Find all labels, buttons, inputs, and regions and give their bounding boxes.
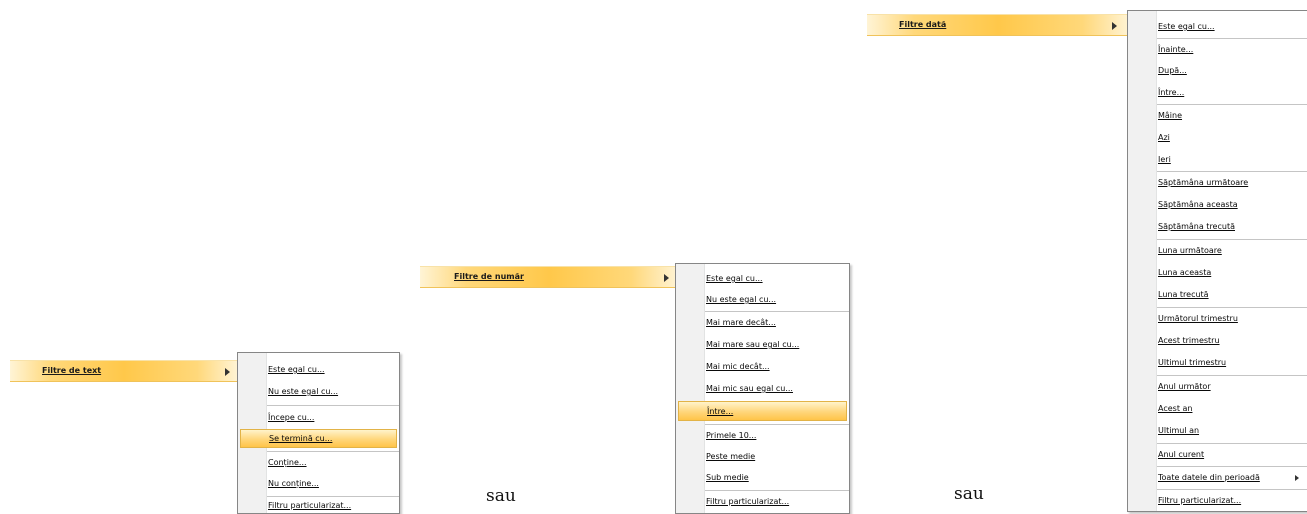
menu-item-after[interactable]: După... <box>1130 61 1307 80</box>
menu-item-between[interactable]: Între... <box>1130 83 1307 102</box>
menu-item-less-than[interactable]: Mai mic decât... <box>678 357 847 376</box>
text-filters-parent-item[interactable]: Filtre de text <box>10 360 238 382</box>
menu-separator <box>1157 466 1307 467</box>
date-filters-submenu: Este egal cu... Înainte... După... Între… <box>1127 10 1307 512</box>
menu-item-year-to-date[interactable]: Anul curent <box>1130 445 1307 464</box>
submenu-arrow-icon <box>1295 475 1299 481</box>
menu-item-less-or-equal[interactable]: Mai mic sau egal cu... <box>678 379 847 398</box>
menu-item-last-year[interactable]: Ultimul an <box>1130 421 1307 440</box>
submenu-arrow-icon <box>664 274 669 282</box>
menu-item-next-quarter[interactable]: Următorul trimestru <box>1130 309 1307 328</box>
separator-word: sau <box>954 484 984 504</box>
menu-separator <box>705 490 849 491</box>
menu-item-next-year[interactable]: Anul următor <box>1130 377 1307 396</box>
menu-item-before[interactable]: Înainte... <box>1130 40 1307 59</box>
menu-item-contains[interactable]: Conține... <box>240 453 397 472</box>
menu-item-below-average[interactable]: Sub medie <box>678 468 847 487</box>
menu-item-custom-filter[interactable]: Filtru particularizat... <box>240 498 397 514</box>
menu-separator <box>267 451 399 452</box>
menu-separator <box>1157 489 1307 490</box>
menu-item-equals[interactable]: Este egal cu... <box>678 269 847 288</box>
menu-item-last-week[interactable]: Săptămâna trecută <box>1130 217 1307 236</box>
menu-item-greater-than[interactable]: Mai mare decât... <box>678 313 847 332</box>
menu-separator <box>1157 375 1307 376</box>
date-filters-label: Filtre dată <box>899 20 947 29</box>
menu-separator <box>1157 171 1307 172</box>
submenu-arrow-icon <box>1112 22 1117 30</box>
separator-word: sau <box>486 486 516 506</box>
menu-item-this-month[interactable]: Luna aceasta <box>1130 263 1307 282</box>
menu-separator <box>705 424 849 425</box>
menu-separator <box>267 496 399 497</box>
menu-item-custom-filter[interactable]: Filtru particularizat... <box>678 493 847 512</box>
menu-item-top-10[interactable]: Primele 10... <box>678 426 847 445</box>
menu-item-equals[interactable]: Este egal cu... <box>1130 17 1307 36</box>
number-filters-label: Filtre de număr <box>454 272 524 281</box>
menu-item-last-month[interactable]: Luna trecută <box>1130 285 1307 304</box>
menu-separator <box>1157 443 1307 444</box>
menu-separator <box>1157 307 1307 308</box>
text-filters-label: Filtre de text <box>42 366 102 375</box>
menu-item-custom-filter[interactable]: Filtru particularizat... <box>1130 491 1307 510</box>
menu-item-all-dates-in-period[interactable]: Toate datele din perioadă <box>1130 468 1307 487</box>
number-filters-parent-item[interactable]: Filtre de număr <box>420 266 678 288</box>
menu-item-not-equals[interactable]: Nu este egal cu... <box>678 290 847 309</box>
menu-item-this-quarter[interactable]: Acest trimestru <box>1130 331 1307 350</box>
menu-item-last-quarter[interactable]: Ultimul trimestru <box>1130 353 1307 372</box>
menu-item-next-week[interactable]: Săptămâna următoare <box>1130 173 1307 192</box>
submenu-arrow-icon <box>225 368 230 376</box>
menu-item-greater-or-equal[interactable]: Mai mare sau egal cu... <box>678 335 847 354</box>
menu-separator <box>1157 38 1307 39</box>
menu-item-begins-with[interactable]: Începe cu... <box>240 408 397 427</box>
menu-separator <box>1157 104 1307 105</box>
menu-item-next-month[interactable]: Luna următoare <box>1130 241 1307 260</box>
menu-separator <box>267 405 399 406</box>
menu-item-does-not-contain[interactable]: Nu conține... <box>240 474 397 493</box>
menu-item-today[interactable]: Azi <box>1130 128 1307 147</box>
menu-item-between[interactable]: Între... <box>678 401 847 421</box>
number-filters-submenu: Este egal cu... Nu este egal cu... Mai m… <box>675 263 850 514</box>
menu-item-this-week[interactable]: Săptămâna aceasta <box>1130 195 1307 214</box>
menu-item-ends-with[interactable]: Se termină cu... <box>240 429 397 448</box>
menu-item-yesterday[interactable]: Ieri <box>1130 150 1307 169</box>
menu-separator <box>1157 239 1307 240</box>
menu-item-not-equals[interactable]: Nu este egal cu... <box>240 382 397 401</box>
date-filters-parent-item[interactable]: Filtre dată <box>867 14 1130 36</box>
menu-separator <box>705 311 849 312</box>
menu-item-equals[interactable]: Este egal cu... <box>240 360 397 379</box>
menu-item-above-average[interactable]: Peste medie <box>678 447 847 466</box>
text-filters-submenu: Este egal cu... Nu este egal cu... Încep… <box>237 352 400 514</box>
menu-item-tomorrow[interactable]: Mâine <box>1130 106 1307 125</box>
menu-item-this-year[interactable]: Acest an <box>1130 399 1307 418</box>
